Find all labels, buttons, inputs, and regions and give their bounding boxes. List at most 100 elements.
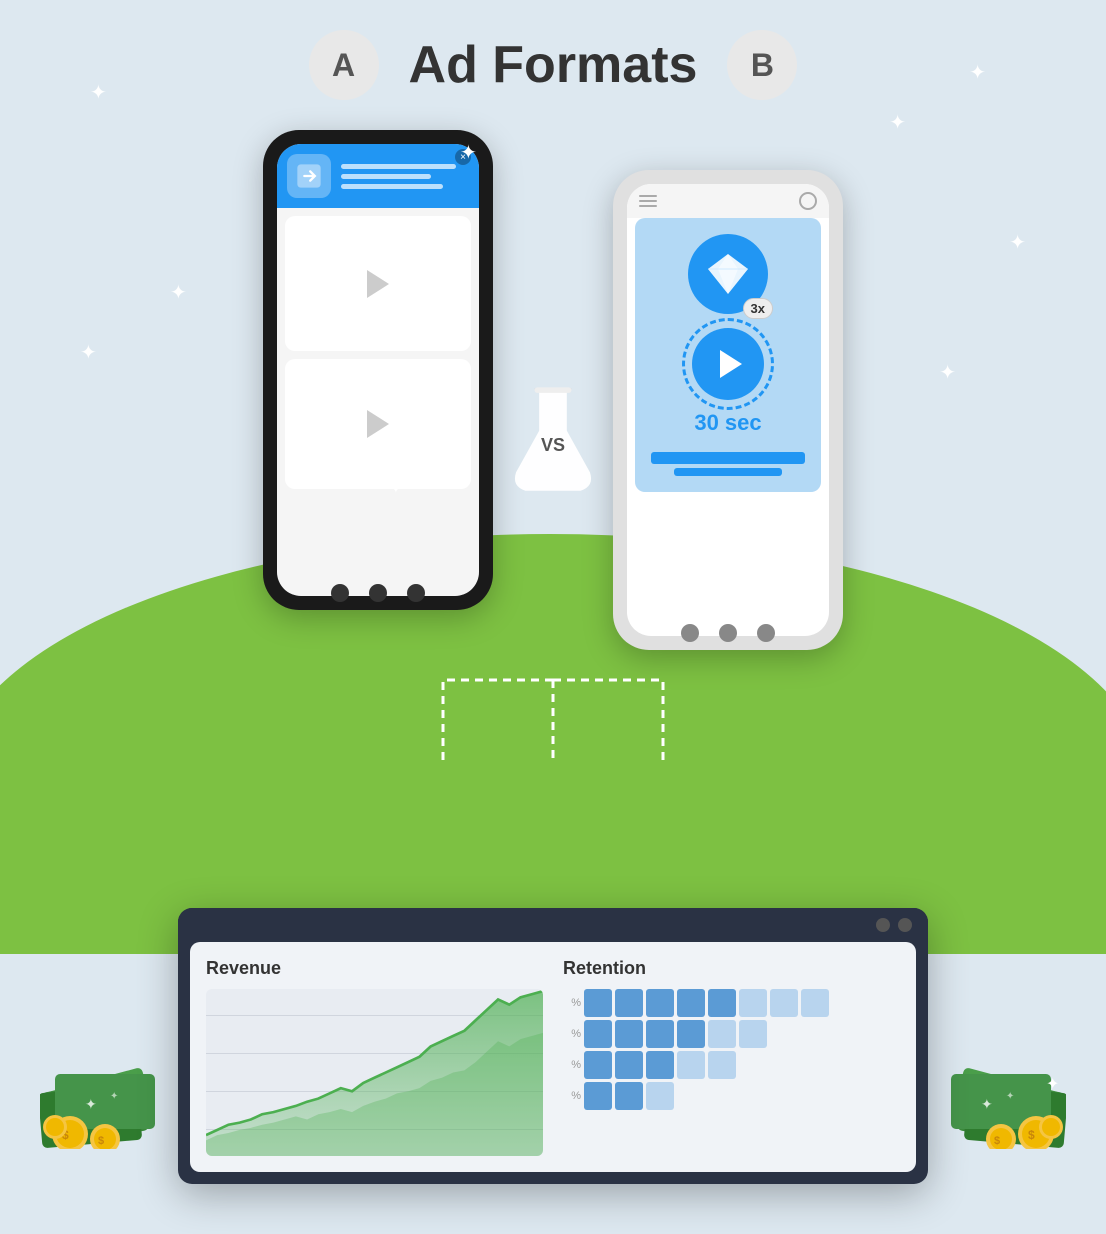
ret-cell (770, 989, 798, 1017)
ad-line-3 (341, 184, 443, 189)
ret-cell (615, 1082, 643, 1110)
analytics-window: Revenue (178, 908, 928, 1184)
nav-dot-2 (369, 584, 387, 602)
ret-cell (584, 989, 612, 1017)
phone-a-nav-dots (263, 584, 493, 602)
svg-text:✦: ✦ (85, 1096, 97, 1112)
circle-button[interactable] (799, 192, 817, 210)
badge-b: B (727, 30, 797, 100)
phone-a: × (263, 130, 493, 610)
pct-label-4: % (563, 1090, 581, 1102)
nav-dot-b-1 (681, 624, 699, 642)
ret-cell (584, 1082, 612, 1110)
pct-label-1: % (563, 997, 581, 1009)
ret-cell (739, 1020, 767, 1048)
analytics-titlebar (178, 908, 928, 942)
retention-title: Retention (563, 958, 900, 979)
phone-b: 3x 30 sec (613, 170, 843, 650)
retention-panel: Retention % % (563, 958, 900, 1156)
ret-cell (770, 1051, 798, 1079)
ret-cell (646, 1020, 674, 1048)
money-bills-left: ✦ ✦ $ $ (40, 1019, 200, 1149)
phone-a-card-1 (285, 216, 471, 351)
ret-cell (739, 1051, 767, 1079)
ret-cell (584, 1020, 612, 1048)
arrow-box-icon (295, 162, 323, 190)
badge-a: A (309, 30, 379, 100)
phone-b-screen: 3x 30 sec (627, 184, 829, 636)
revenue-title: Revenue (206, 958, 543, 979)
h-line-1 (639, 195, 657, 197)
ret-cell (584, 1051, 612, 1079)
sparkle-icon: ✦ (440, 420, 457, 445)
revenue-chart (206, 989, 543, 1156)
ret-cell (708, 1020, 736, 1048)
sparkle-icon: ✦ (80, 340, 97, 365)
play-icon (367, 270, 389, 298)
ret-cell (646, 989, 674, 1017)
ret-cell (770, 1020, 798, 1048)
ret-cell (801, 1082, 829, 1110)
nav-dot-b-3 (757, 624, 775, 642)
retention-row-2: % (563, 1020, 900, 1048)
sparkle-icon: ✦ (460, 140, 477, 165)
vs-text: VS (541, 435, 565, 456)
money-pile-right: ✦ ✦ $ $ ✦ ✦ (906, 1019, 1066, 1154)
titlebar-dot-2 (898, 918, 912, 932)
money-bills-right: ✦ ✦ $ $ ✦ ✦ (906, 1019, 1066, 1149)
svg-text:$: $ (994, 1135, 1000, 1147)
pct-label-2: % (563, 1028, 581, 1040)
ret-cell (646, 1051, 674, 1079)
video-play-container (692, 328, 764, 400)
sparkle-icon: ✦ (170, 280, 187, 305)
nav-dot-1 (331, 584, 349, 602)
titlebar-dot-1 (876, 918, 890, 932)
multiplier-badge: 3x (743, 298, 773, 319)
ret-cell (801, 1020, 829, 1048)
header: A Ad Formats B (0, 30, 1106, 100)
svg-text:✦: ✦ (110, 1091, 118, 1102)
retention-grid: % % (563, 989, 900, 1110)
ret-cell (708, 1082, 736, 1110)
bottom-bar-2 (674, 468, 782, 476)
retention-row-1: % (563, 989, 900, 1017)
diamond-container: 3x (688, 234, 768, 314)
play-icon-2 (367, 410, 389, 438)
sparkle-icon: ✦ (889, 110, 906, 135)
hamburger-icon (639, 195, 657, 207)
analytics-content: Revenue (190, 942, 916, 1172)
ret-cell (801, 1051, 829, 1079)
ad-icon-box (287, 154, 331, 198)
ret-cell (646, 1082, 674, 1110)
sparkle-icon: ✦ (939, 360, 956, 385)
phone-b-ad-content: 3x 30 sec (635, 218, 821, 492)
retention-row-4: % (563, 1082, 900, 1110)
h-line-3 (639, 205, 657, 207)
nav-dot-b-2 (719, 624, 737, 642)
flask-container: VS (503, 380, 603, 500)
ad-text-lines (341, 164, 469, 189)
revenue-chart-svg (206, 989, 543, 1156)
ret-cell (708, 989, 736, 1017)
ret-cell (615, 989, 643, 1017)
ret-cell (739, 989, 767, 1017)
revenue-panel: Revenue (206, 958, 543, 1156)
sparkle-icon: ✦ (1009, 230, 1026, 255)
money-pile-left: ✦ ✦ $ $ (40, 1019, 200, 1154)
sparkle-icon: ✦ (390, 480, 402, 497)
svg-text:✦: ✦ (1046, 1076, 1059, 1093)
ret-cell (801, 989, 829, 1017)
ret-cell (739, 1082, 767, 1110)
phone-b-topbar (627, 184, 829, 218)
svg-text:$: $ (1028, 1128, 1035, 1142)
time-label: 30 sec (694, 410, 761, 436)
ad-line-2 (341, 174, 431, 179)
svg-text:✦: ✦ (981, 1096, 993, 1112)
phone-a-ad-banner: × (277, 144, 479, 208)
dashed-ring (682, 318, 774, 410)
diamond-icon (703, 249, 753, 299)
ad-line-1 (341, 164, 456, 169)
retention-row-3: % (563, 1051, 900, 1079)
ret-cell (677, 1051, 705, 1079)
ret-cell (708, 1051, 736, 1079)
